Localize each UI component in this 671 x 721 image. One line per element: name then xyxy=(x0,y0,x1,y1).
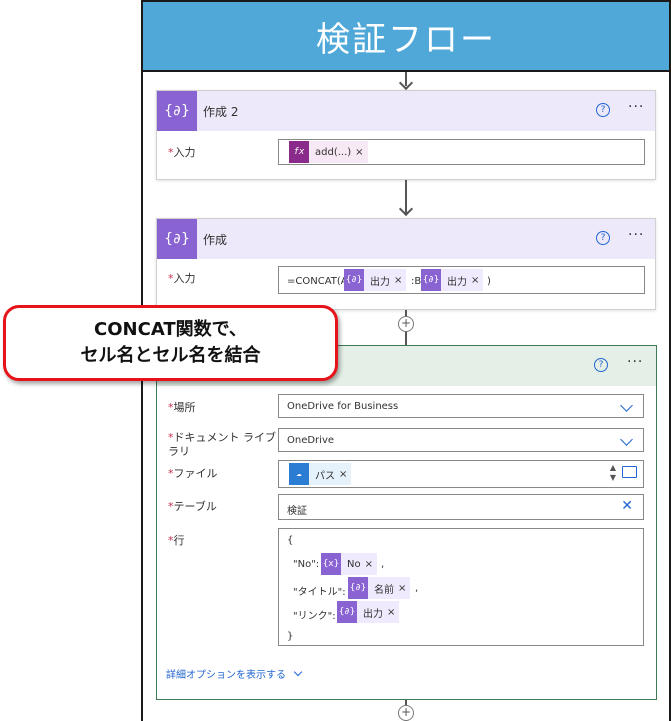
chevron-down-icon xyxy=(293,667,303,677)
remove-token-icon[interactable]: × xyxy=(394,275,406,286)
json-open-brace: { xyxy=(287,535,294,546)
expression-mid: :B xyxy=(411,276,422,287)
folder-icon[interactable] xyxy=(622,466,637,478)
json-comma: , xyxy=(381,559,385,570)
advanced-options-label: 詳細オプションを表示する xyxy=(166,670,286,681)
token-label: No xyxy=(347,558,361,570)
more-options-icon[interactable]: ··· xyxy=(628,227,644,243)
callout-line-1: CONCAT関数で、 xyxy=(94,319,247,340)
json-key: "リンク": xyxy=(293,611,336,622)
file-picker[interactable]: ☁ パス × ▲ ▼ xyxy=(278,460,644,488)
flow-header: 検証フロー xyxy=(141,0,671,72)
location-label: *場所 xyxy=(168,401,196,414)
help-icon[interactable]: ? xyxy=(596,103,610,117)
compose2-header[interactable]: {∂} 作成 2 ? ··· xyxy=(157,91,655,131)
compose-icon: {∂} xyxy=(344,269,364,291)
help-icon[interactable]: ? xyxy=(596,231,610,245)
more-options-icon[interactable]: ··· xyxy=(627,354,643,370)
expression-prefix: =CONCAT(A xyxy=(287,276,348,287)
fx-icon: fx xyxy=(289,141,309,163)
chevron-down-icon xyxy=(620,399,633,412)
advanced-options-link[interactable]: 詳細オプションを表示する xyxy=(166,666,303,681)
compose-icon: {∂} xyxy=(348,577,368,599)
input-label: *入力 xyxy=(168,146,196,159)
variable-token[interactable]: {x} No × xyxy=(321,553,377,575)
more-options-icon[interactable]: ··· xyxy=(628,99,644,115)
json-key: "タイトル": xyxy=(293,587,346,598)
compose-icon: {∂} xyxy=(421,269,441,291)
compose2-title: 作成 2 xyxy=(203,105,239,119)
remove-token-icon[interactable]: × xyxy=(471,275,483,286)
remove-token-icon[interactable]: × xyxy=(398,583,410,594)
stepper-icon[interactable]: ▲ ▼ xyxy=(610,463,616,483)
json-key: "No": xyxy=(293,559,320,570)
compose-icon: {∂} xyxy=(157,91,197,131)
json-comma: , xyxy=(415,583,419,594)
output-token[interactable]: {∂} 出力 × xyxy=(421,269,484,291)
compose-header[interactable]: {∂} 作成 ? ··· xyxy=(157,219,655,259)
library-value: OneDrive xyxy=(287,435,335,446)
onedrive-icon: ☁ xyxy=(289,463,309,485)
compose2-input[interactable]: fx add(...) × xyxy=(278,139,645,165)
token-label: 出力 xyxy=(363,608,383,620)
token-label: 出力 xyxy=(447,276,467,288)
variable-token[interactable]: {∂} 出力 × xyxy=(337,601,400,623)
remove-token-icon[interactable]: × xyxy=(355,147,367,158)
table-dropdown[interactable]: 検証 ✕ xyxy=(278,494,644,520)
compose-input[interactable]: =CONCAT(A {∂} 出力 × :B {∂} 出力 × ) xyxy=(278,266,645,294)
compose-card[interactable]: {∂} 作成 ? ··· *入力 =CONCAT(A {∂} 出力 × :B {… xyxy=(156,218,656,310)
table-label: *テーブル xyxy=(168,500,217,513)
table-value: 検証 xyxy=(287,506,307,517)
insert-step-icon[interactable]: + xyxy=(398,316,414,332)
remove-token-icon[interactable]: × xyxy=(365,559,377,570)
output-token[interactable]: {∂} 出力 × xyxy=(344,269,407,291)
expression-token[interactable]: fx add(...) × xyxy=(289,141,368,163)
location-value: OneDrive for Business xyxy=(287,401,399,412)
variable-token[interactable]: {∂} 名前 × xyxy=(348,577,411,599)
chevron-down-icon xyxy=(620,433,633,446)
excel-add-row-card[interactable]: ? ··· *場所 OneDrive for Business *ドキュメント … xyxy=(156,345,657,700)
location-dropdown[interactable]: OneDrive for Business xyxy=(278,394,644,418)
library-label: *ドキュメント ライブ ラリ xyxy=(168,431,276,458)
compose-icon: {∂} xyxy=(157,219,197,259)
help-icon[interactable]: ? xyxy=(594,358,608,372)
token-label: 名前 xyxy=(374,584,394,596)
row-label: *行 xyxy=(168,534,185,547)
clear-icon[interactable]: ✕ xyxy=(621,498,633,514)
compose2-card[interactable]: {∂} 作成 2 ? ··· *入力 fx add(...) × xyxy=(156,90,656,180)
input-label: *入力 xyxy=(168,272,196,285)
annotation-callout: CONCAT関数で、 セル名とセル名を結合 xyxy=(3,305,338,381)
remove-token-icon[interactable]: × xyxy=(339,469,351,480)
variable-icon: {x} xyxy=(321,553,341,575)
file-label: *ファイル xyxy=(168,467,218,480)
callout-line-2: セル名とセル名を結合 xyxy=(80,345,261,366)
path-token[interactable]: ☁ パス × xyxy=(289,463,352,485)
json-close-brace: } xyxy=(287,631,294,642)
compose-title: 作成 xyxy=(203,233,228,247)
expression-suffix: ) xyxy=(487,276,491,287)
library-dropdown[interactable]: OneDrive xyxy=(278,428,644,452)
token-label: パス xyxy=(315,470,335,482)
flow-title: 検証フロー xyxy=(316,19,496,60)
token-label: add(...) xyxy=(315,146,352,158)
token-label: 出力 xyxy=(370,276,390,288)
remove-token-icon[interactable]: × xyxy=(387,607,399,618)
row-json-input[interactable]: { "No": {x} No × , "タイトル": {∂} 名前 × , "リ… xyxy=(278,528,644,646)
insert-step-icon[interactable]: + xyxy=(398,705,414,721)
compose-icon: {∂} xyxy=(337,601,357,623)
